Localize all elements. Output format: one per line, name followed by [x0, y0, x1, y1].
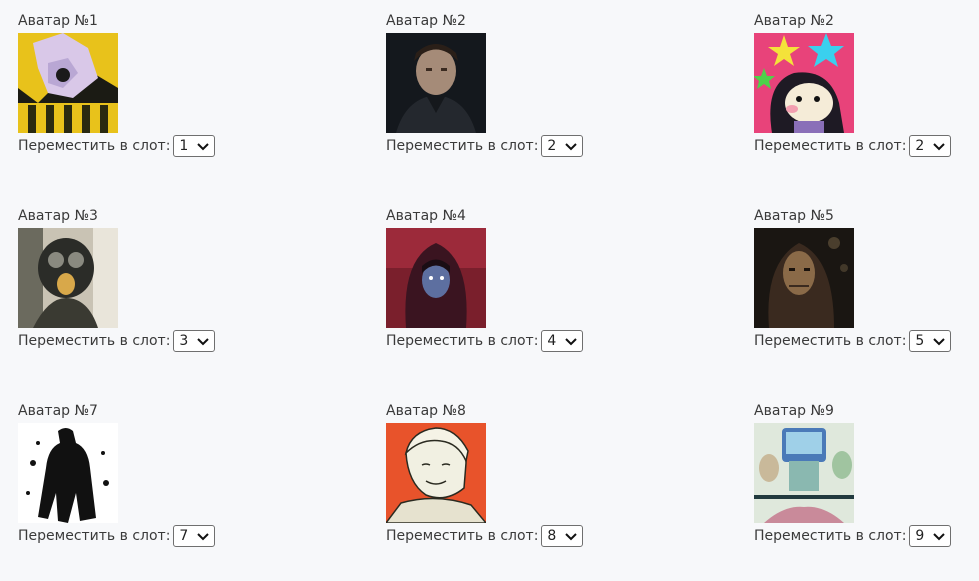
- chevron-down-icon: [565, 143, 578, 151]
- chevron-down-icon: [197, 143, 210, 151]
- avatar-image: [386, 228, 486, 328]
- slot-select-value: 4: [547, 333, 557, 349]
- avatar-title: Аватар №4: [386, 208, 466, 224]
- avatar-title: Аватар №3: [18, 208, 98, 224]
- chevron-down-icon: [565, 338, 578, 346]
- avatar-title: Аватар №9: [754, 403, 834, 419]
- avatar-image: [18, 33, 118, 133]
- slot-select[interactable]: 5: [909, 330, 952, 352]
- avatar-title: Аватар №1: [18, 13, 98, 29]
- chevron-down-icon: [197, 533, 210, 541]
- avatar-title: Аватар №2: [754, 13, 834, 29]
- move-to-slot-row: Переместить в слот: 5: [754, 329, 952, 353]
- move-to-slot-label: Переместить в слот:: [754, 138, 907, 154]
- move-to-slot-label: Переместить в слот:: [18, 138, 171, 154]
- avatar-image: [754, 33, 854, 133]
- move-to-slot-label: Переместить в слот:: [386, 138, 539, 154]
- move-to-slot-row: Переместить в слот: 9: [754, 524, 952, 548]
- avatar-title: Аватар №2: [386, 13, 466, 29]
- move-to-slot-row: Переместить в слот: 1: [18, 134, 216, 158]
- slot-select[interactable]: 2: [541, 135, 584, 157]
- move-to-slot-row: Переместить в слот: 4: [386, 329, 584, 353]
- move-to-slot-row: Переместить в слот: 3: [18, 329, 216, 353]
- move-to-slot-label: Переместить в слот:: [18, 333, 171, 349]
- move-to-slot-label: Переместить в слот:: [386, 333, 539, 349]
- move-to-slot-row: Переместить в слот: 7: [18, 524, 216, 548]
- slot-select[interactable]: 8: [541, 525, 584, 547]
- move-to-slot-row: Переместить в слот: 2: [386, 134, 584, 158]
- avatar-image: [386, 33, 486, 133]
- move-to-slot-row: Переместить в слот: 8: [386, 524, 584, 548]
- avatar-image: [386, 423, 486, 523]
- avatar-title: Аватар №8: [386, 403, 466, 419]
- move-to-slot-label: Переместить в слот:: [386, 528, 539, 544]
- slot-select-value: 1: [179, 138, 189, 154]
- slot-select-value: 9: [915, 528, 925, 544]
- move-to-slot-row: Переместить в слот: 2: [754, 134, 952, 158]
- move-to-slot-label: Переместить в слот:: [754, 528, 907, 544]
- slot-select[interactable]: 9: [909, 525, 952, 547]
- slot-select[interactable]: 4: [541, 330, 584, 352]
- slot-select[interactable]: 2: [909, 135, 952, 157]
- chevron-down-icon: [933, 338, 946, 346]
- chevron-down-icon: [933, 143, 946, 151]
- avatar-image: [754, 423, 854, 523]
- chevron-down-icon: [933, 533, 946, 541]
- slot-select[interactable]: 1: [173, 135, 216, 157]
- slot-select[interactable]: 3: [173, 330, 216, 352]
- avatar-title: Аватар №7: [18, 403, 98, 419]
- slot-select-value: 8: [547, 528, 557, 544]
- avatar-title: Аватар №5: [754, 208, 834, 224]
- move-to-slot-label: Переместить в слот:: [18, 528, 171, 544]
- move-to-slot-label: Переместить в слот:: [754, 333, 907, 349]
- chevron-down-icon: [197, 338, 210, 346]
- avatar-image: [18, 423, 118, 523]
- slot-select-value: 2: [915, 138, 925, 154]
- slot-select-value: 2: [547, 138, 557, 154]
- chevron-down-icon: [565, 533, 578, 541]
- slot-select-value: 7: [179, 528, 189, 544]
- slot-select[interactable]: 7: [173, 525, 216, 547]
- avatar-grid: Аватар №1 Переместить в слот: 1 Аватар №…: [0, 0, 979, 581]
- slot-select-value: 5: [915, 333, 925, 349]
- slot-select-value: 3: [179, 333, 189, 349]
- avatar-image: [18, 228, 118, 328]
- avatar-image: [754, 228, 854, 328]
